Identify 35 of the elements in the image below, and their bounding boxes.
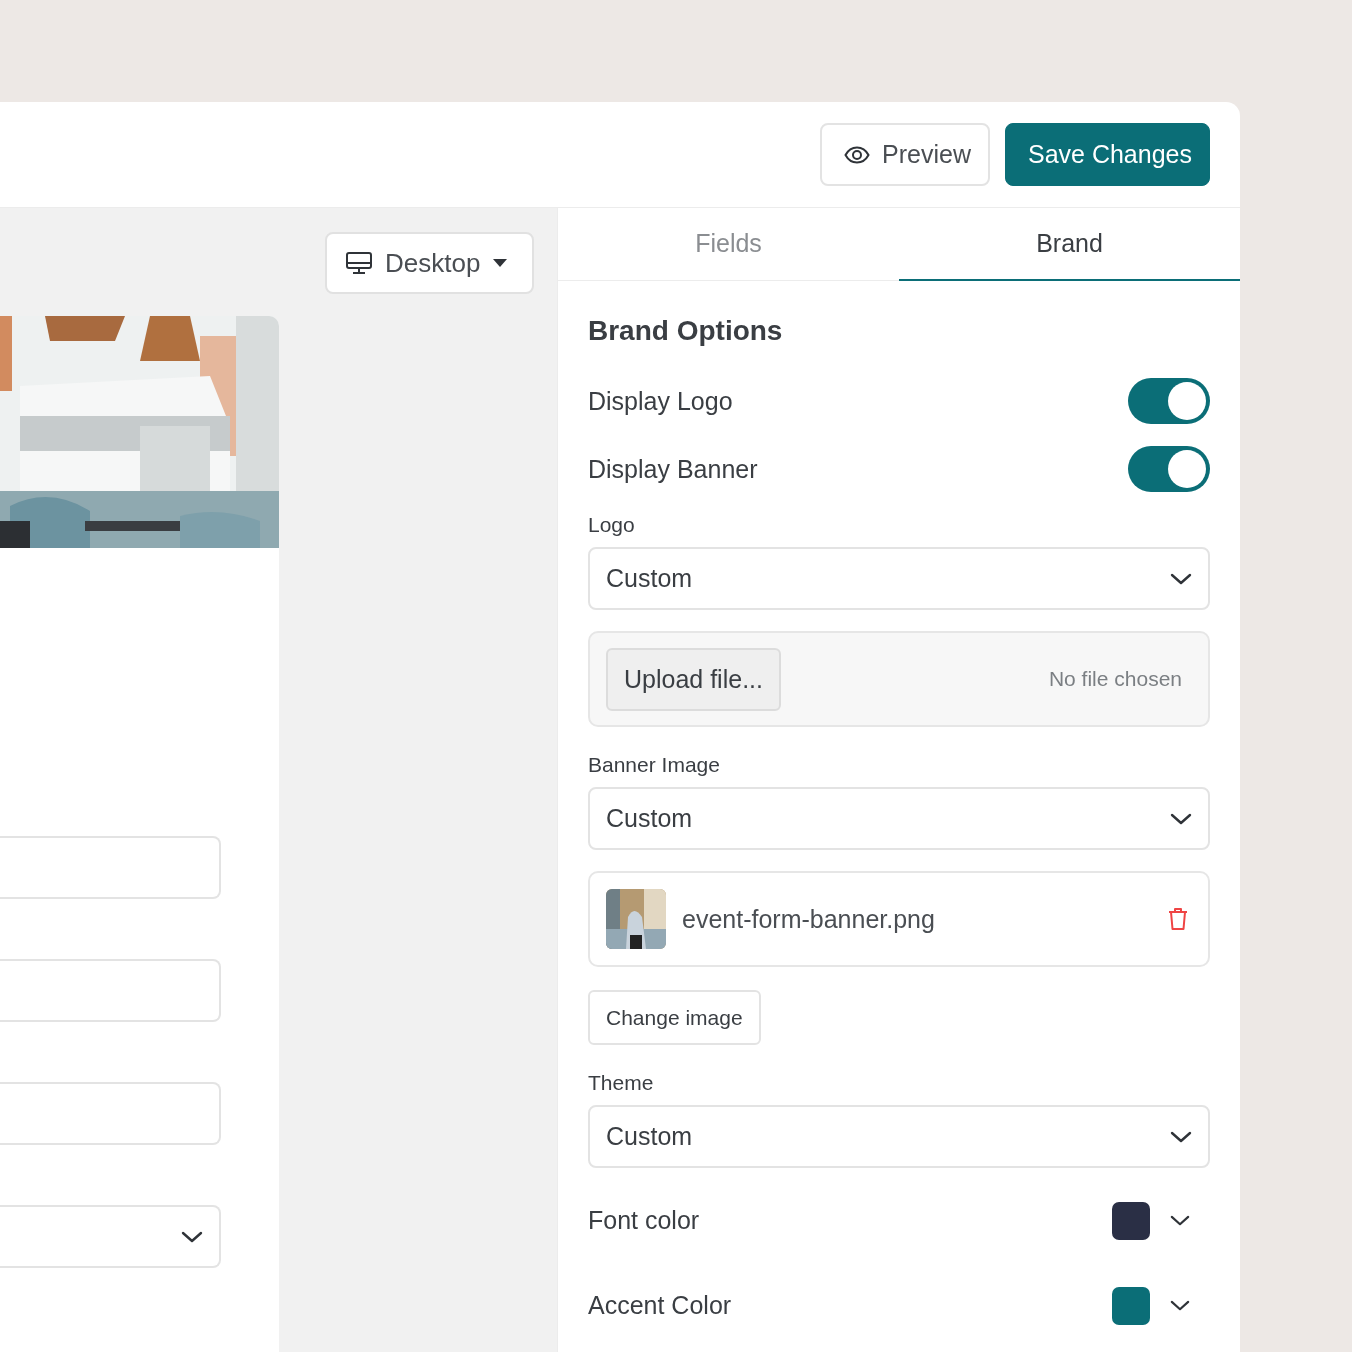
toggle-switch[interactable]: [1128, 378, 1210, 424]
save-button[interactable]: Save Changes: [1005, 123, 1210, 186]
preview-button[interactable]: Preview: [820, 123, 990, 186]
device-dropdown[interactable]: Desktop: [325, 232, 534, 294]
caret-icon: [492, 258, 509, 268]
chevron-down-icon: [1170, 572, 1192, 585]
toggle-label: Display Banner: [588, 454, 758, 484]
trash-icon[interactable]: [1168, 907, 1188, 931]
eye-icon: [844, 145, 871, 164]
toggle-switch[interactable]: [1128, 446, 1210, 492]
input-field[interactable]: [0, 1082, 221, 1145]
field-label: Banner Image: [588, 753, 721, 777]
tab[interactable]: Brand: [899, 208, 1240, 281]
chevron-down-icon: [1170, 1299, 1190, 1312]
file-status: No file chosen: [1048, 667, 1182, 691]
monitor-icon: [345, 251, 373, 275]
section-title: Brand Options: [588, 315, 784, 347]
chevron-down-icon: [1170, 1214, 1190, 1227]
field-label: Theme: [588, 1071, 655, 1095]
color-label: Font color: [588, 1206, 700, 1235]
input-field[interactable]: [0, 959, 221, 1022]
upload-button[interactable]: Upload file...: [606, 647, 781, 711]
theme-select[interactable]: Custom: [588, 1105, 1210, 1168]
logo-select[interactable]: Custom: [588, 547, 1210, 610]
field-label: Logo: [588, 513, 636, 537]
chevron-down-icon: [1170, 1130, 1192, 1143]
chevron-down-icon: [1170, 812, 1192, 825]
color-label: Accent Color: [588, 1291, 732, 1320]
select-field[interactable]: [0, 1205, 221, 1268]
file-name: event-form-banner.png: [682, 904, 936, 934]
toggle-label: Display Logo: [588, 386, 733, 416]
banner-select[interactable]: Custom: [588, 787, 1210, 850]
chevron-down-icon: [181, 1230, 203, 1243]
input-field[interactable]: [0, 836, 221, 899]
change-image-button[interactable]: Change image: [588, 990, 761, 1045]
